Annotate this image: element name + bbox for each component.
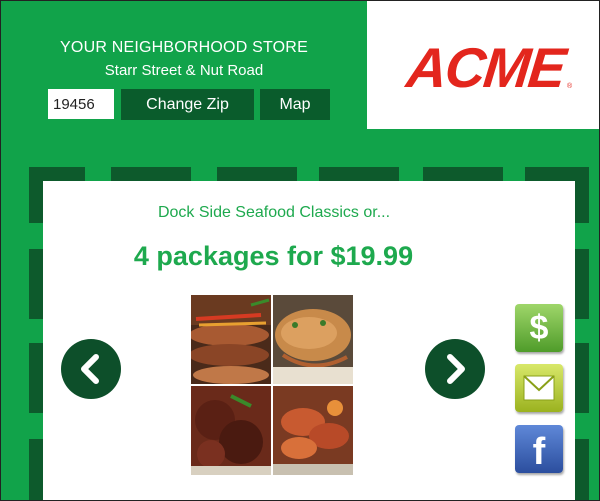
envelope-icon <box>523 375 555 401</box>
dollar-icon: $ <box>529 309 549 347</box>
store-label: YOUR NEIGHBORHOOD STORE <box>60 39 308 56</box>
map-button[interactable]: Map <box>260 89 330 120</box>
product-image-grid[interactable] <box>191 295 353 475</box>
next-deal-button[interactable] <box>425 339 485 399</box>
acme-ad-frame: YOUR NEIGHBORHOOD STORE Starr Street & N… <box>0 0 600 501</box>
deal-price: 4 packages for $19.99 <box>133 241 414 271</box>
acme-logo[interactable]: ACME ® <box>367 1 599 129</box>
change-zip-button[interactable]: Change Zip <box>121 89 254 120</box>
zip-input[interactable] <box>48 89 114 119</box>
previous-deal-button[interactable] <box>61 339 121 399</box>
chevron-right-icon <box>447 354 465 384</box>
product-image-shrimp <box>273 386 353 475</box>
chevron-left-icon <box>81 354 99 384</box>
deal-subtitle: Dock Side Seafood Classics or... <box>157 204 391 221</box>
email-share-button[interactable] <box>515 364 563 412</box>
facebook-share-button[interactable]: f <box>515 425 563 473</box>
product-image-crab-cakes <box>191 386 271 475</box>
logo-registered-mark: ® <box>567 83 573 90</box>
coupon-button[interactable]: $ <box>515 304 563 352</box>
logo-wordmark: ACME <box>403 36 568 99</box>
facebook-icon: f <box>532 431 546 473</box>
store-address: Starr Street & Nut Road <box>104 62 264 79</box>
product-image-sausage <box>191 295 271 384</box>
product-image-fish-fillet <box>273 295 353 384</box>
store-info-panel: YOUR NEIGHBORHOOD STORE Starr Street & N… <box>1 1 367 129</box>
